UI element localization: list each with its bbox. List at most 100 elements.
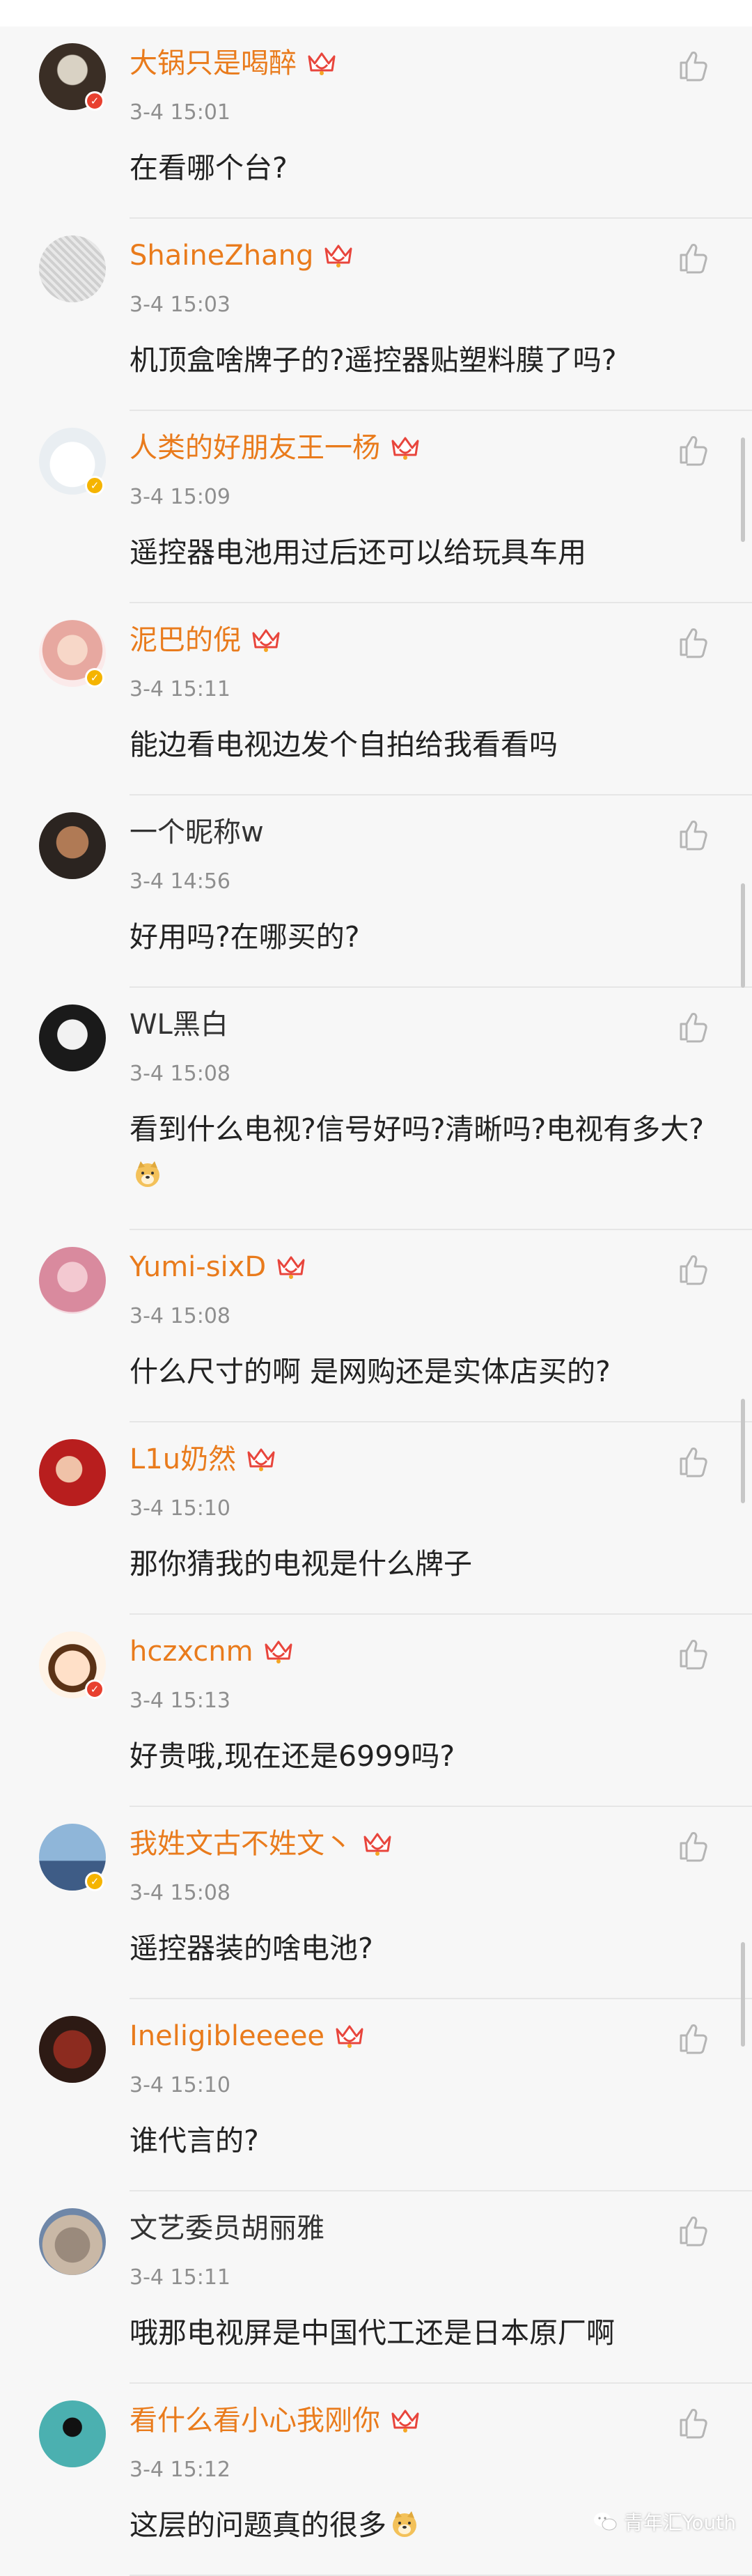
- scrollbar-segment-3[interactable]: [741, 1399, 745, 1503]
- watermark-text: 青年汇Youth: [624, 2511, 736, 2534]
- comment-text-content: 在看哪个台?: [130, 151, 288, 185]
- avatar[interactable]: [39, 1247, 106, 1314]
- comment-item[interactable]: L1u奶然 3-4 15:10 那你猜我的电视是什么牌子: [0, 1422, 752, 1615]
- comment-text-content: 机顶盒啥牌子的?遥控器贴塑料膜了吗?: [130, 343, 617, 377]
- username[interactable]: Yumi-sixD: [130, 1250, 306, 1285]
- username-text: WL黑白: [130, 1009, 228, 1041]
- timestamp: 3-4 15:09: [130, 485, 230, 509]
- avatar[interactable]: [39, 2400, 106, 2467]
- comment-text-content: 这层的问题真的很多: [130, 2508, 386, 2542]
- comment-item[interactable]: 一个昵称w 3-4 14:56 好用吗?在哪买的?: [0, 796, 752, 988]
- comment-list: ✓ 大锅只是喝醉 3-4 15:01 在看哪个台? ShaineZhang 3-4 …: [0, 26, 752, 2576]
- comment-text-content: 遥控器电池用过后还可以给玩具车用: [130, 536, 586, 569]
- username[interactable]: 看什么看小心我刚你: [130, 2403, 421, 2438]
- timestamp: 3-4 15:13: [130, 1689, 230, 1713]
- avatar[interactable]: [39, 235, 106, 302]
- thumbs-up-icon[interactable]: [675, 1443, 712, 1480]
- verified-red-badge-icon: ✓: [85, 1679, 104, 1699]
- avatar[interactable]: [39, 812, 106, 879]
- comment-text: 遥控器电池用过后还可以给玩具车用: [130, 529, 728, 575]
- vip-crown-icon: [251, 626, 281, 654]
- comment-text: 哦那电视屏是中国代工还是日本原厂啊: [130, 2310, 728, 2356]
- username[interactable]: ShaineZhang: [130, 238, 354, 273]
- thumbs-up-icon[interactable]: [675, 2405, 712, 2441]
- username[interactable]: 人类的好朋友王一杨: [130, 430, 421, 465]
- comment-item[interactable]: WL黑白 3-4 15:08 看到什么电视?信号好吗?清晰吗?电视有多大?: [0, 988, 752, 1230]
- pink-avatar: [39, 1247, 106, 1314]
- username-text: Yumi-sixD: [130, 1251, 267, 1283]
- comment-item[interactable]: ✓ 我姓文古不姓文丶 3-4 15:08 遥控器装的啥电池?: [0, 1807, 752, 1999]
- scrollbar-segment-2[interactable]: [741, 883, 745, 988]
- comment-text: 遥控器装的啥电池?: [130, 1925, 728, 1971]
- timestamp: 3-4 14:56: [130, 869, 230, 894]
- anime-avatar: [39, 1004, 106, 1071]
- username[interactable]: L1u奶然: [130, 1442, 276, 1477]
- username[interactable]: 我姓文古不姓文丶: [130, 1826, 393, 1861]
- comment-text-content: 好贵哦,现在还是6999吗?: [130, 1739, 455, 1773]
- comment-item[interactable]: Yumi-sixD 3-4 15:08 什么尺寸的啊 是网购还是实体店买的?: [0, 1230, 752, 1422]
- group-avatar: [39, 2016, 106, 2083]
- username[interactable]: hczxcnm: [130, 1634, 294, 1669]
- top-bar: [0, 0, 752, 26]
- avatar[interactable]: [39, 1004, 106, 1071]
- timestamp: 3-4 15:03: [130, 293, 230, 317]
- timestamp: 3-4 15:10: [130, 2073, 230, 2097]
- vip-crown-icon: [334, 2022, 365, 2050]
- username-text: 大锅只是喝醉: [130, 47, 297, 79]
- username[interactable]: 泥巴的倪: [130, 623, 281, 658]
- timestamp: 3-4 15:10: [130, 1496, 230, 1521]
- stamp-avatar: [39, 2400, 106, 2467]
- comment-text-content: 看到什么电视?信号好吗?清晰吗?电视有多大?: [130, 1112, 705, 1146]
- avatar[interactable]: [39, 2016, 106, 2083]
- username[interactable]: 文艺委员胡丽雅: [130, 2211, 324, 2246]
- comment-item[interactable]: ShaineZhang 3-4 15:03 机顶盒啥牌子的?遥控器贴塑料膜了吗?: [0, 219, 752, 411]
- watermark: 青年汇Youth: [593, 2508, 736, 2536]
- username[interactable]: WL黑白: [130, 1007, 228, 1042]
- red-avatar: [39, 1439, 106, 1506]
- comment-item[interactable]: ✓ hczxcnm 3-4 15:13 好贵哦,现在还是6999吗?: [0, 1615, 752, 1807]
- comment-item[interactable]: 文艺委员胡丽雅 3-4 15:11 哦那电视屏是中国代工还是日本原厂啊: [0, 2191, 752, 2384]
- username-text: 看什么看小心我刚你: [130, 2405, 380, 2437]
- thumbs-up-icon[interactable]: [675, 2212, 712, 2249]
- thumbs-up-icon[interactable]: [675, 1636, 712, 1672]
- scrollbar-segment-4[interactable]: [741, 1942, 745, 2047]
- thumbs-up-icon[interactable]: [675, 1009, 712, 1045]
- timestamp: 3-4 15:11: [130, 2265, 230, 2290]
- username-text: 文艺委员胡丽雅: [130, 2212, 324, 2244]
- comment-text: 机顶盒啥牌子的?遥控器贴塑料膜了吗?: [130, 337, 728, 383]
- comment-item[interactable]: ✓ 泥巴的倪 3-4 15:11 能边看电视边发个自拍给我看看吗: [0, 603, 752, 796]
- scrollbar-segment-1[interactable]: [741, 437, 745, 542]
- thumbs-up-icon[interactable]: [675, 816, 712, 853]
- verified-yellow-badge-icon: ✓: [85, 668, 104, 688]
- comment-text: 看到什么电视?信号好吗?清晰吗?电视有多大?: [130, 1106, 728, 1198]
- comment-item[interactable]: Ineligibleeeee 3-4 15:10 谁代言的?: [0, 1999, 752, 2191]
- comment-item[interactable]: 看什么看小心我刚你 3-4 15:12 这层的问题真的很多: [0, 2384, 752, 2576]
- username[interactable]: 一个昵称w: [130, 815, 264, 850]
- comment-text: 谁代言的?: [130, 2118, 728, 2164]
- thumbs-up-icon[interactable]: [675, 432, 712, 468]
- thumbs-up-icon[interactable]: [675, 47, 712, 84]
- username-text: hczxcnm: [130, 1636, 253, 1668]
- avatar[interactable]: [39, 1439, 106, 1506]
- timestamp: 3-4 15:08: [130, 1062, 230, 1086]
- username-text: 泥巴的倪: [130, 624, 241, 656]
- comment-text: 能边看电视边发个自拍给我看看吗: [130, 722, 728, 768]
- comment-text: 好贵哦,现在还是6999吗?: [130, 1733, 728, 1779]
- vip-crown-icon: [263, 1638, 294, 1666]
- thumbs-up-icon[interactable]: [675, 1828, 712, 1864]
- thumbs-up-icon[interactable]: [675, 1251, 712, 1287]
- comment-item[interactable]: ✓ 人类的好朋友王一杨 3-4 15:09 遥控器电池用过后还可以给玩具车用: [0, 411, 752, 603]
- comment-text: 好用吗?在哪买的?: [130, 914, 728, 960]
- thumbs-up-icon[interactable]: [675, 2020, 712, 2056]
- timestamp: 3-4 15:12: [130, 2458, 230, 2482]
- username[interactable]: Ineligibleeeee: [130, 2019, 365, 2054]
- verified-red-badge-icon: ✓: [85, 91, 104, 111]
- thumbs-up-icon[interactable]: [675, 240, 712, 276]
- verified-yellow-badge-icon: ✓: [85, 1872, 104, 1891]
- username[interactable]: 大锅只是喝醉: [130, 46, 337, 81]
- comment-item[interactable]: ✓ 大锅只是喝醉 3-4 15:01 在看哪个台?: [0, 26, 752, 219]
- timestamp: 3-4 15:08: [130, 1304, 230, 1328]
- avatar[interactable]: [39, 2208, 106, 2275]
- thumbs-up-icon[interactable]: [675, 624, 712, 660]
- sketch-avatar: [39, 235, 106, 302]
